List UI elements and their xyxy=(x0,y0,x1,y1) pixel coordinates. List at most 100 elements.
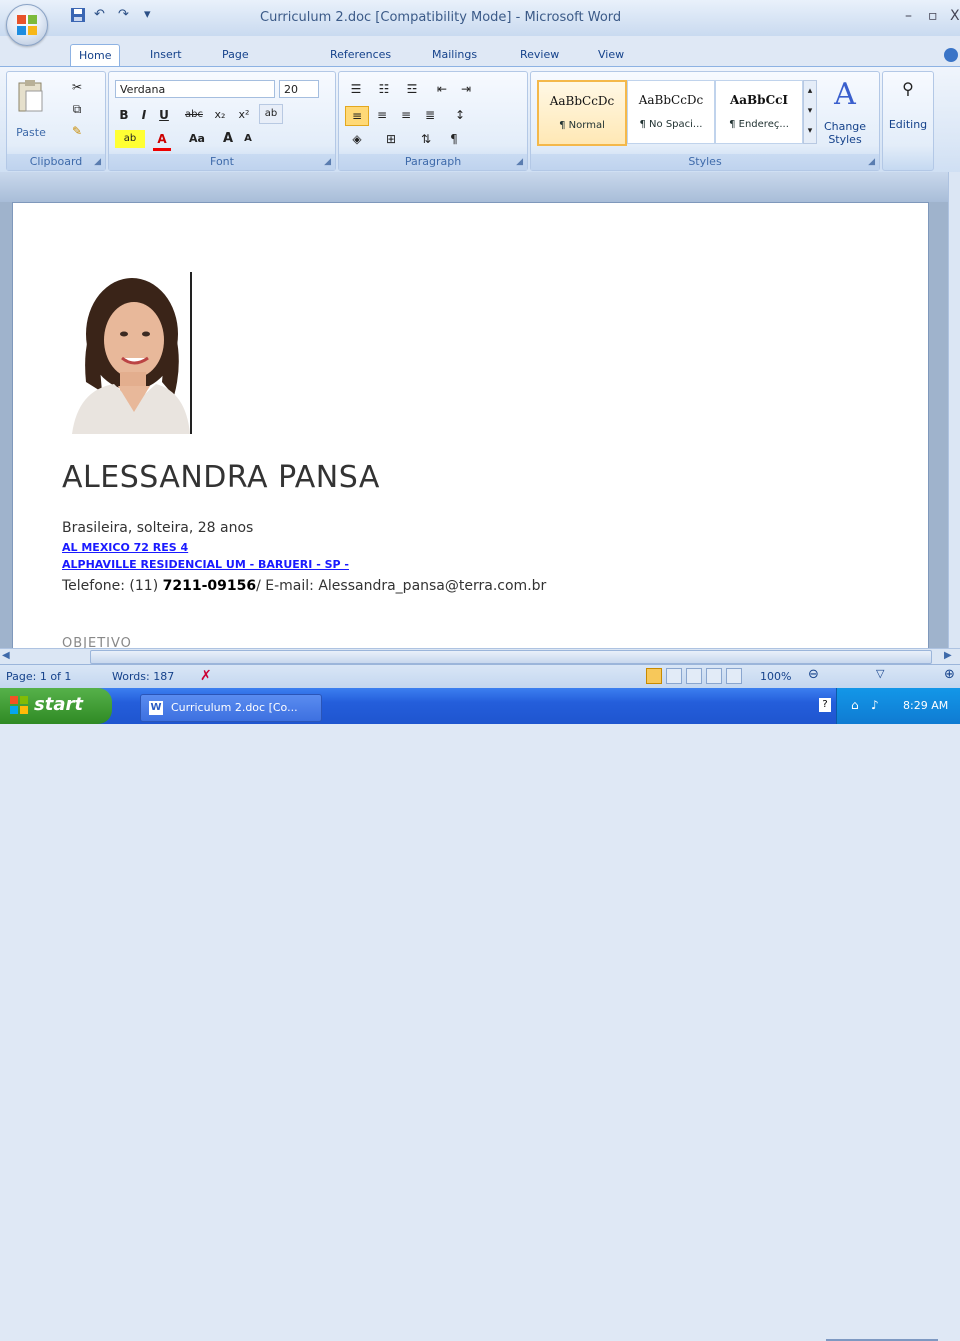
draft-icon[interactable] xyxy=(726,668,742,684)
paragraph-group-label: Paragraph xyxy=(339,154,527,170)
change-styles-button[interactable]: Change Styles xyxy=(817,120,873,148)
subscript-button[interactable]: x₂ xyxy=(209,106,231,124)
tab-home[interactable]: Home xyxy=(70,44,121,67)
paste-icon[interactable] xyxy=(13,78,49,122)
proofing-icon[interactable]: ✗ xyxy=(200,668,212,684)
start-button[interactable]: start xyxy=(0,688,112,724)
scroll-right-icon[interactable]: ▶ xyxy=(944,650,952,661)
styles-group-label: Styles xyxy=(531,154,879,170)
maximize-button[interactable]: ▫ xyxy=(928,8,938,24)
font-color-icon[interactable]: A xyxy=(153,130,171,151)
shading-icon[interactable]: ◈ xyxy=(345,130,369,148)
sort-icon[interactable]: ⇅ xyxy=(415,130,437,148)
dialog-launcher-icon[interactable]: ◢ xyxy=(324,157,331,167)
shrink-font-button[interactable]: A xyxy=(239,130,257,148)
tab-page-layout[interactable]: Page Layout xyxy=(214,44,267,83)
change-case-button[interactable]: Aa xyxy=(183,130,211,148)
style-sample: AaBbCcI xyxy=(729,93,789,107)
bullets-icon[interactable]: ☰ xyxy=(345,80,367,98)
paste-button-label[interactable]: Paste xyxy=(11,124,51,142)
superscript-button[interactable]: x² xyxy=(233,106,255,124)
vertical-scrollbar[interactable] xyxy=(948,172,960,648)
editing-group: ⚲ Editing xyxy=(882,71,934,171)
style-no-spacing[interactable]: AaBbCcDc ¶ No Spaci... xyxy=(627,80,715,144)
tab-mailings[interactable]: Mailings xyxy=(424,44,485,66)
multilevel-list-icon[interactable]: ☲ xyxy=(401,80,423,98)
windows-logo-icon xyxy=(10,696,28,714)
close-button[interactable]: X xyxy=(950,8,960,24)
decrease-indent-icon[interactable]: ⇤ xyxy=(431,80,453,98)
styles-scroll-icon[interactable]: ▴ ▾ ▾ xyxy=(803,80,817,144)
tab-references[interactable]: References xyxy=(322,44,399,66)
office-button[interactable] xyxy=(6,4,48,46)
style-normal[interactable]: AaBbCcDc ¶ Normal xyxy=(537,80,627,146)
justify-icon[interactable]: ≣ xyxy=(419,106,441,124)
page-count[interactable]: Page: 1 of 1 xyxy=(6,670,71,683)
cut-icon[interactable]: ✂ xyxy=(67,78,87,96)
tab-view[interactable]: View xyxy=(590,44,632,66)
change-styles-icon[interactable]: A xyxy=(821,78,869,112)
redo-icon[interactable]: ↷ xyxy=(118,7,129,25)
dialog-launcher-icon[interactable]: ◢ xyxy=(868,157,875,167)
undo-icon[interactable]: ↶ xyxy=(94,7,105,25)
style-endereco[interactable]: AaBbCcI ¶ Endereç... xyxy=(715,80,803,144)
binoculars-icon[interactable]: ⚲ xyxy=(895,80,921,98)
bold-button[interactable]: B xyxy=(115,106,133,124)
tab-insert[interactable]: Insert xyxy=(142,44,190,66)
contact-line: Telefone: (11) 7211-09156/ E-mail: Aless… xyxy=(62,578,546,594)
phone-number: 7211-09156 xyxy=(162,578,257,594)
font-size-combobox[interactable]: 20 xyxy=(279,80,319,98)
format-painter-icon[interactable]: ✎ xyxy=(67,122,87,140)
volume-icon[interactable]: ♪ xyxy=(871,698,879,712)
taskbar-item-word[interactable]: W Curriculum 2.doc [Co... xyxy=(140,694,322,722)
italic-button[interactable]: I xyxy=(135,106,153,124)
show-hide-icon[interactable]: ¶ xyxy=(443,130,465,148)
zoom-in-icon[interactable]: ⊕ xyxy=(944,667,955,682)
zoom-out-icon[interactable]: ⊖ xyxy=(808,667,819,682)
zoom-slider-thumb[interactable]: ▽ xyxy=(876,667,884,680)
font-name-combobox[interactable]: Verdana xyxy=(115,80,275,98)
phone-prefix: Telefone: (11) xyxy=(62,578,163,594)
align-center-icon[interactable]: ≡ xyxy=(371,106,393,124)
address-line-2[interactable]: ALPHAVILLE RESIDENCIAL UM - BARUERI - SP… xyxy=(62,558,349,571)
horizontal-scroll-thumb[interactable] xyxy=(90,650,932,664)
highlight-color-icon[interactable]: ab xyxy=(115,130,145,148)
style-sample: AaBbCcDc xyxy=(549,94,615,108)
customize-quick-access-icon[interactable]: ▾ xyxy=(144,7,151,25)
clock[interactable]: 8:29 AM xyxy=(903,699,948,712)
minimize-button[interactable]: – xyxy=(905,8,912,24)
copy-icon[interactable]: ⧉ xyxy=(67,100,87,118)
font-group-label: Font xyxy=(109,154,335,170)
paragraph-group: ☰ ☷ ☲ ⇤ ⇥ ≡ ≡ ≡ ≣ ↕ ◈ ⊞ ⇅ ¶ Paragraph ◢ xyxy=(338,71,528,171)
save-icon[interactable] xyxy=(70,7,86,25)
strikethrough-button[interactable]: abc xyxy=(181,106,207,124)
zoom-level[interactable]: 100% xyxy=(760,670,791,683)
underline-button[interactable]: U xyxy=(155,106,173,124)
help-icon[interactable] xyxy=(944,48,958,62)
grow-font-button[interactable]: A xyxy=(219,130,237,148)
profile-photo xyxy=(62,272,192,434)
print-layout-icon[interactable] xyxy=(646,668,662,684)
dialog-launcher-icon[interactable]: ◢ xyxy=(94,157,101,167)
increase-indent-icon[interactable]: ⇥ xyxy=(455,80,477,98)
scroll-left-icon[interactable]: ◀ xyxy=(2,650,10,661)
numbering-icon[interactable]: ☷ xyxy=(373,80,395,98)
address-line-1[interactable]: AL MEXICO 72 RES 4 xyxy=(62,541,188,554)
web-layout-icon[interactable] xyxy=(686,668,702,684)
ribbon: Paste ✂ ⧉ ✎ Clipboard ◢ Verdana 20 B I U… xyxy=(0,66,960,174)
tab-review[interactable]: Review xyxy=(512,44,567,66)
outline-icon[interactable] xyxy=(706,668,722,684)
full-screen-reading-icon[interactable] xyxy=(666,668,682,684)
borders-icon[interactable]: ⊞ xyxy=(379,130,403,148)
personal-info: Brasileira, solteira, 28 anos xyxy=(62,520,254,536)
network-icon[interactable]: ⌂ xyxy=(851,698,859,712)
editing-button[interactable]: Editing xyxy=(885,116,931,134)
dialog-launcher-icon[interactable]: ◢ xyxy=(516,157,523,167)
language-icon[interactable]: ? xyxy=(819,698,831,712)
word-count[interactable]: Words: 187 xyxy=(112,670,174,683)
status-bar: Page: 1 of 1 Words: 187 ✗ 100% ⊖ ▽ ⊕ xyxy=(0,664,960,1341)
align-left-icon[interactable]: ≡ xyxy=(345,106,369,126)
clear-formatting-icon[interactable]: ab xyxy=(259,104,283,124)
line-spacing-icon[interactable]: ↕ xyxy=(449,106,471,124)
align-right-icon[interactable]: ≡ xyxy=(395,106,417,124)
